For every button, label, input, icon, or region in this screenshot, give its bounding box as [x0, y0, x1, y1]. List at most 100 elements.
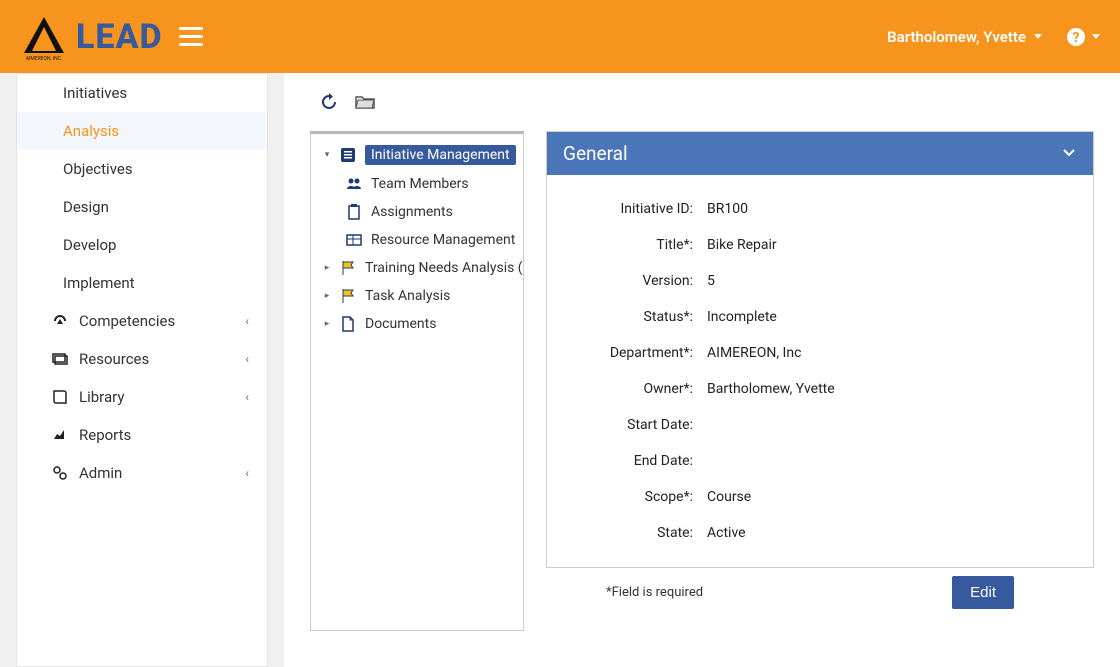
field-label: Initiative ID:: [567, 201, 707, 217]
field-row: End Date:: [567, 443, 1073, 479]
flag-icon: [339, 287, 357, 305]
tree-node-training-needs[interactable]: ▸ Training Needs Analysis (C: [311, 254, 523, 282]
required-note: *Field is required: [606, 585, 952, 600]
nav-section-library[interactable]: Library ‹: [17, 378, 267, 416]
field-value: Bike Repair: [707, 237, 777, 253]
tree-node-label: Assignments: [371, 204, 453, 220]
tree-node-label: Documents: [365, 316, 436, 332]
tree-node-label: Initiative Management: [365, 145, 516, 165]
tree-toggle-icon[interactable]: ▾: [323, 150, 331, 160]
tree-node-label: Team Members: [371, 176, 469, 192]
logo-mark-icon: AIMEREON, INC.: [20, 13, 68, 61]
field-row: Title*:Bike Repair: [567, 227, 1073, 263]
people-icon: [345, 175, 363, 193]
field-label: Scope*:: [567, 489, 707, 505]
nav-item-analysis[interactable]: Analysis: [17, 112, 267, 150]
nav-item-initiatives[interactable]: Initiatives: [17, 74, 267, 112]
doc-icon: [339, 315, 357, 333]
header-right: Bartholomew, Yvette ?: [887, 27, 1100, 47]
field-label: Start Date:: [567, 417, 707, 433]
nav-section-resources[interactable]: Resources ‹: [17, 340, 267, 378]
chevron-left-icon: ‹: [245, 314, 249, 328]
caret-down-icon: [1092, 34, 1100, 39]
field-value: Course: [707, 489, 751, 505]
menu-toggle-button[interactable]: [179, 27, 203, 46]
nav-section-competencies[interactable]: Competencies ‹: [17, 302, 267, 340]
field-value: Bartholomew, Yvette: [707, 381, 835, 397]
folder-button[interactable]: [354, 91, 376, 113]
field-label: Owner*:: [567, 381, 707, 397]
svg-text:?: ?: [1073, 30, 1080, 46]
tree-node-assignments[interactable]: Assignments: [311, 198, 523, 226]
field-label: Version:: [567, 273, 707, 289]
nav-item-design[interactable]: Design: [17, 188, 267, 226]
tree-node-label: Training Needs Analysis (C: [365, 260, 524, 276]
help-dropdown[interactable]: ?: [1066, 27, 1100, 47]
field-value: Incomplete: [707, 309, 777, 325]
field-row: Owner*:Bartholomew, Yvette: [567, 371, 1073, 407]
field-row: Status*:Incomplete: [567, 299, 1073, 335]
field-label: State:: [567, 525, 707, 541]
history-button[interactable]: [318, 91, 340, 113]
nav-section-label: Competencies: [79, 312, 175, 330]
field-label: Department*:: [567, 345, 707, 361]
caret-down-icon: [1034, 34, 1042, 39]
field-row: Version:5: [567, 263, 1073, 299]
toolbar: [310, 91, 1094, 113]
panel-title: General: [563, 142, 628, 165]
field-row: Department*:AIMEREON, Inc: [567, 335, 1073, 371]
panel-footer: *Field is required Edit: [546, 568, 1094, 609]
chart-icon: [51, 426, 69, 444]
svg-text:AIMEREON, INC.: AIMEREON, INC.: [26, 56, 62, 61]
logo[interactable]: AIMEREON, INC. LEAD: [20, 13, 163, 61]
tree-toggle-icon[interactable]: ▸: [323, 291, 331, 301]
tree-pane: ▾ Initiative Management Team Members Ass…: [310, 131, 524, 631]
panel-body: Initiative ID:BR100Title*:Bike RepairVer…: [547, 175, 1093, 567]
nav-section-reports[interactable]: Reports: [17, 416, 267, 454]
nav-section-label: Resources: [79, 350, 149, 368]
nav-section-label: Admin: [79, 464, 122, 482]
field-row: State:Active: [567, 515, 1073, 551]
chevron-down-icon: [1061, 144, 1077, 160]
nav-item-implement[interactable]: Implement: [17, 264, 267, 302]
tree-node-resource-mgmt[interactable]: Resource Management: [311, 226, 523, 254]
field-label: End Date:: [567, 453, 707, 469]
tree-node-initiative-management[interactable]: ▾ Initiative Management: [311, 140, 523, 170]
nav-item-objectives[interactable]: Objectives: [17, 150, 267, 188]
tree-node-documents[interactable]: ▸ Documents: [311, 310, 523, 338]
nav-section-admin[interactable]: Admin ‹: [17, 454, 267, 492]
nav-item-develop[interactable]: Develop: [17, 226, 267, 264]
chevron-left-icon: ‹: [245, 352, 249, 366]
header-left: AIMEREON, INC. LEAD: [20, 13, 203, 61]
list-icon: [339, 146, 357, 164]
tree-toggle-icon[interactable]: ▸: [323, 263, 331, 273]
gauge-icon: [51, 312, 69, 330]
general-panel: General Initiative ID:BR100Title*:Bike R…: [546, 131, 1094, 568]
field-row: Initiative ID:BR100: [567, 191, 1073, 227]
book-icon: [51, 388, 69, 406]
field-value: Active: [707, 525, 746, 541]
field-row: Scope*:Course: [567, 479, 1073, 515]
tree-node-label: Resource Management: [371, 232, 515, 248]
field-value: 5: [707, 273, 715, 289]
chevron-left-icon: ‹: [245, 466, 249, 480]
main-content: ▾ Initiative Management Team Members Ass…: [284, 73, 1120, 667]
tree-node-team-members[interactable]: Team Members: [311, 170, 523, 198]
user-dropdown[interactable]: Bartholomew, Yvette: [887, 28, 1042, 46]
field-value: BR100: [707, 201, 748, 217]
tree-toggle-icon[interactable]: ▸: [323, 319, 331, 329]
field-label: Status*:: [567, 309, 707, 325]
content-split: ▾ Initiative Management Team Members Ass…: [310, 131, 1094, 631]
nav-section-label: Reports: [79, 426, 131, 444]
collapse-button[interactable]: [1061, 142, 1077, 165]
nav-section-label: Library: [79, 388, 124, 406]
field-row: Start Date:: [567, 407, 1073, 443]
detail-pane: General Initiative ID:BR100Title*:Bike R…: [546, 131, 1094, 631]
field-value: AIMEREON, Inc: [707, 345, 801, 361]
flag-icon: [339, 259, 357, 277]
edit-button[interactable]: Edit: [952, 576, 1014, 609]
cards-icon: [51, 350, 69, 368]
tree-node-task-analysis[interactable]: ▸ Task Analysis: [311, 282, 523, 310]
nav-sub-list: Initiatives Analysis Objectives Design D…: [17, 74, 267, 302]
grid-icon: [345, 231, 363, 249]
